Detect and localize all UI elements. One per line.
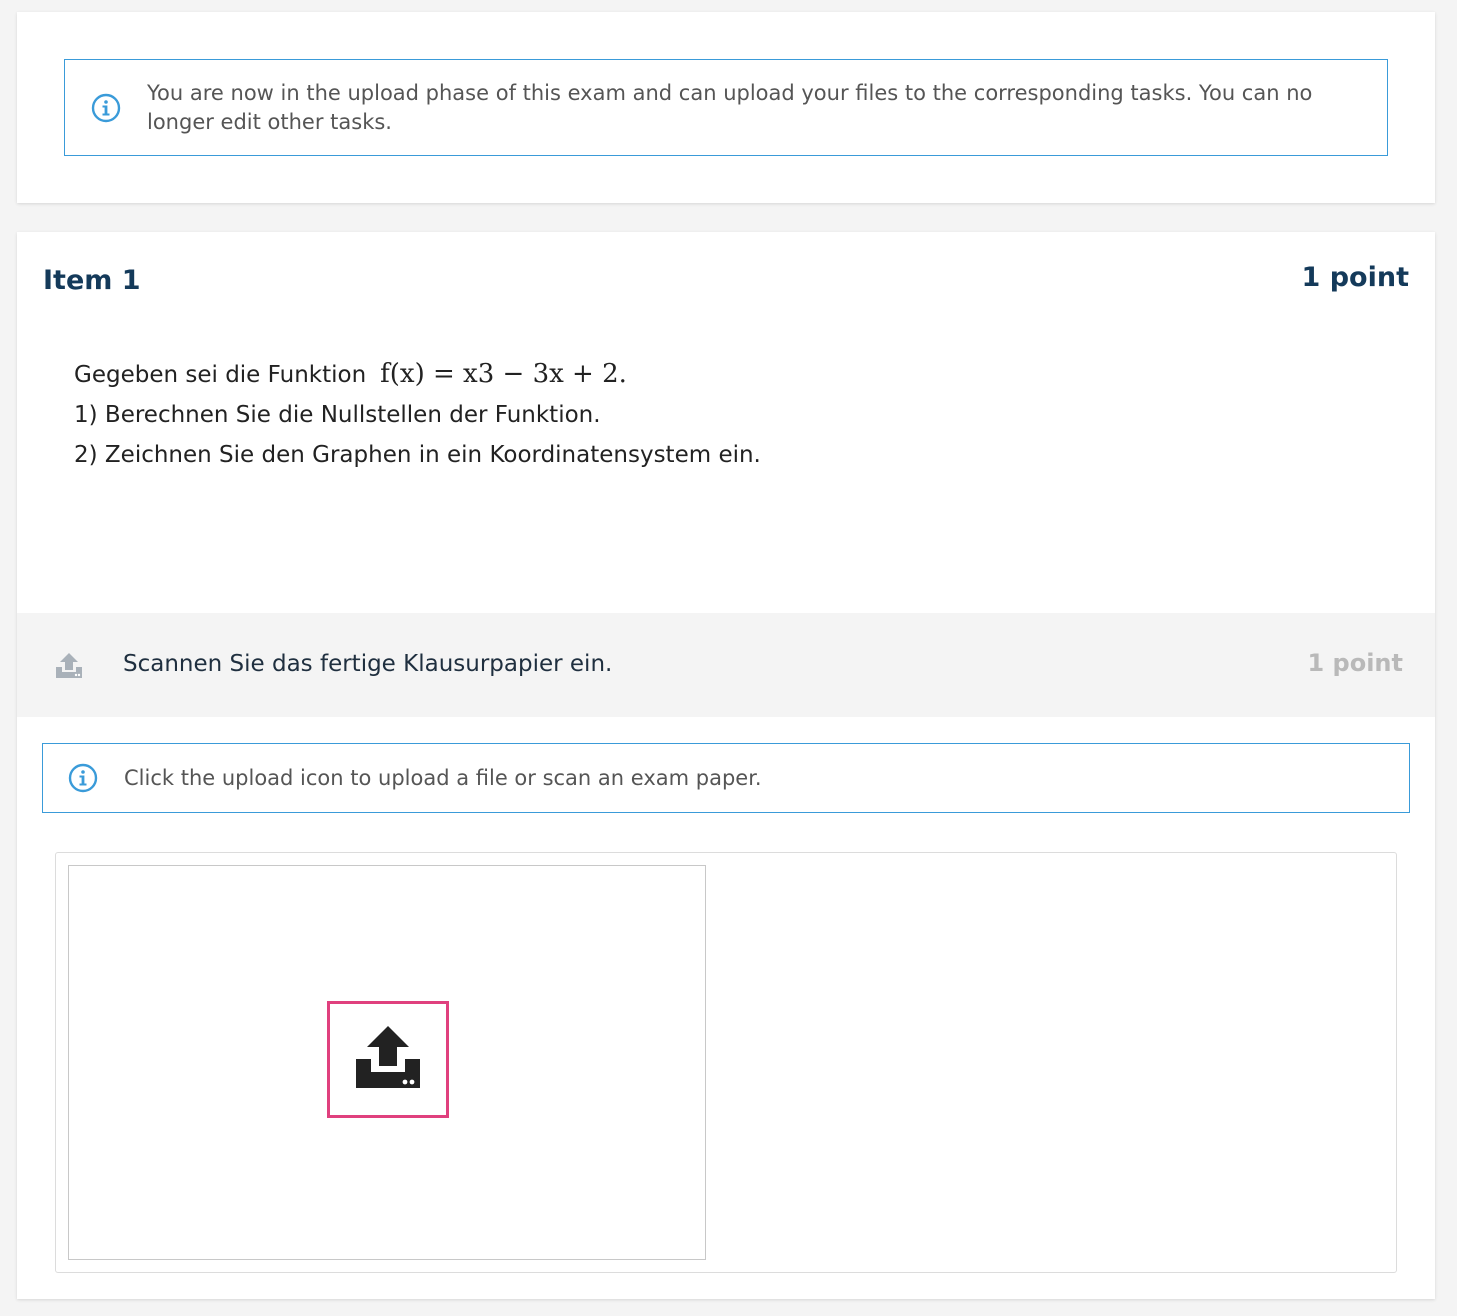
- upload-button[interactable]: [327, 1001, 449, 1118]
- upload-task-label: Scannen Sie das fertige Klausurpapier ei…: [123, 651, 613, 677]
- item-card: Item 1 1 point Gegeben sei die Funktion f…: [17, 232, 1435, 1299]
- upload-phase-banner: You are now in the upload phase of this …: [64, 59, 1388, 156]
- upload-phase-message: You are now in the upload phase of this …: [147, 80, 1313, 134]
- upload-task-row[interactable]: Scannen Sie das fertige Klausurpapier ei…: [17, 613, 1435, 717]
- upload-icon: [55, 651, 83, 679]
- item-points: 1 point: [1301, 262, 1409, 293]
- info-icon: [68, 763, 98, 793]
- question-intro-line: Gegeben sei die Funktion f(x) = x3 − 3x +…: [74, 354, 761, 395]
- upload-phase-card: You are now in the upload phase of this …: [17, 12, 1435, 203]
- question-text: Gegeben sei die Funktion f(x) = x3 − 3x +…: [74, 354, 761, 475]
- info-icon: [91, 93, 121, 123]
- upload-hint-message: Click the upload icon to upload a file o…: [124, 765, 762, 790]
- item-title: Item 1: [43, 265, 141, 296]
- upload-area: [55, 852, 1397, 1273]
- upload-task-points: 1 point: [1307, 649, 1403, 677]
- function-formula: f(x) = x3 − 3x + 2.: [380, 359, 627, 389]
- upload-icon: [354, 1024, 422, 1096]
- file-drop-zone[interactable]: [68, 865, 706, 1260]
- upload-hint-box: Click the upload icon to upload a file o…: [42, 743, 1410, 813]
- question-line-1: 1) Berechnen Sie die Nullstellen der Fun…: [74, 402, 601, 428]
- question-intro: Gegeben sei die Funktion: [74, 362, 367, 388]
- question-line-2: 2) Zeichnen Sie den Graphen in ein Koord…: [74, 442, 761, 468]
